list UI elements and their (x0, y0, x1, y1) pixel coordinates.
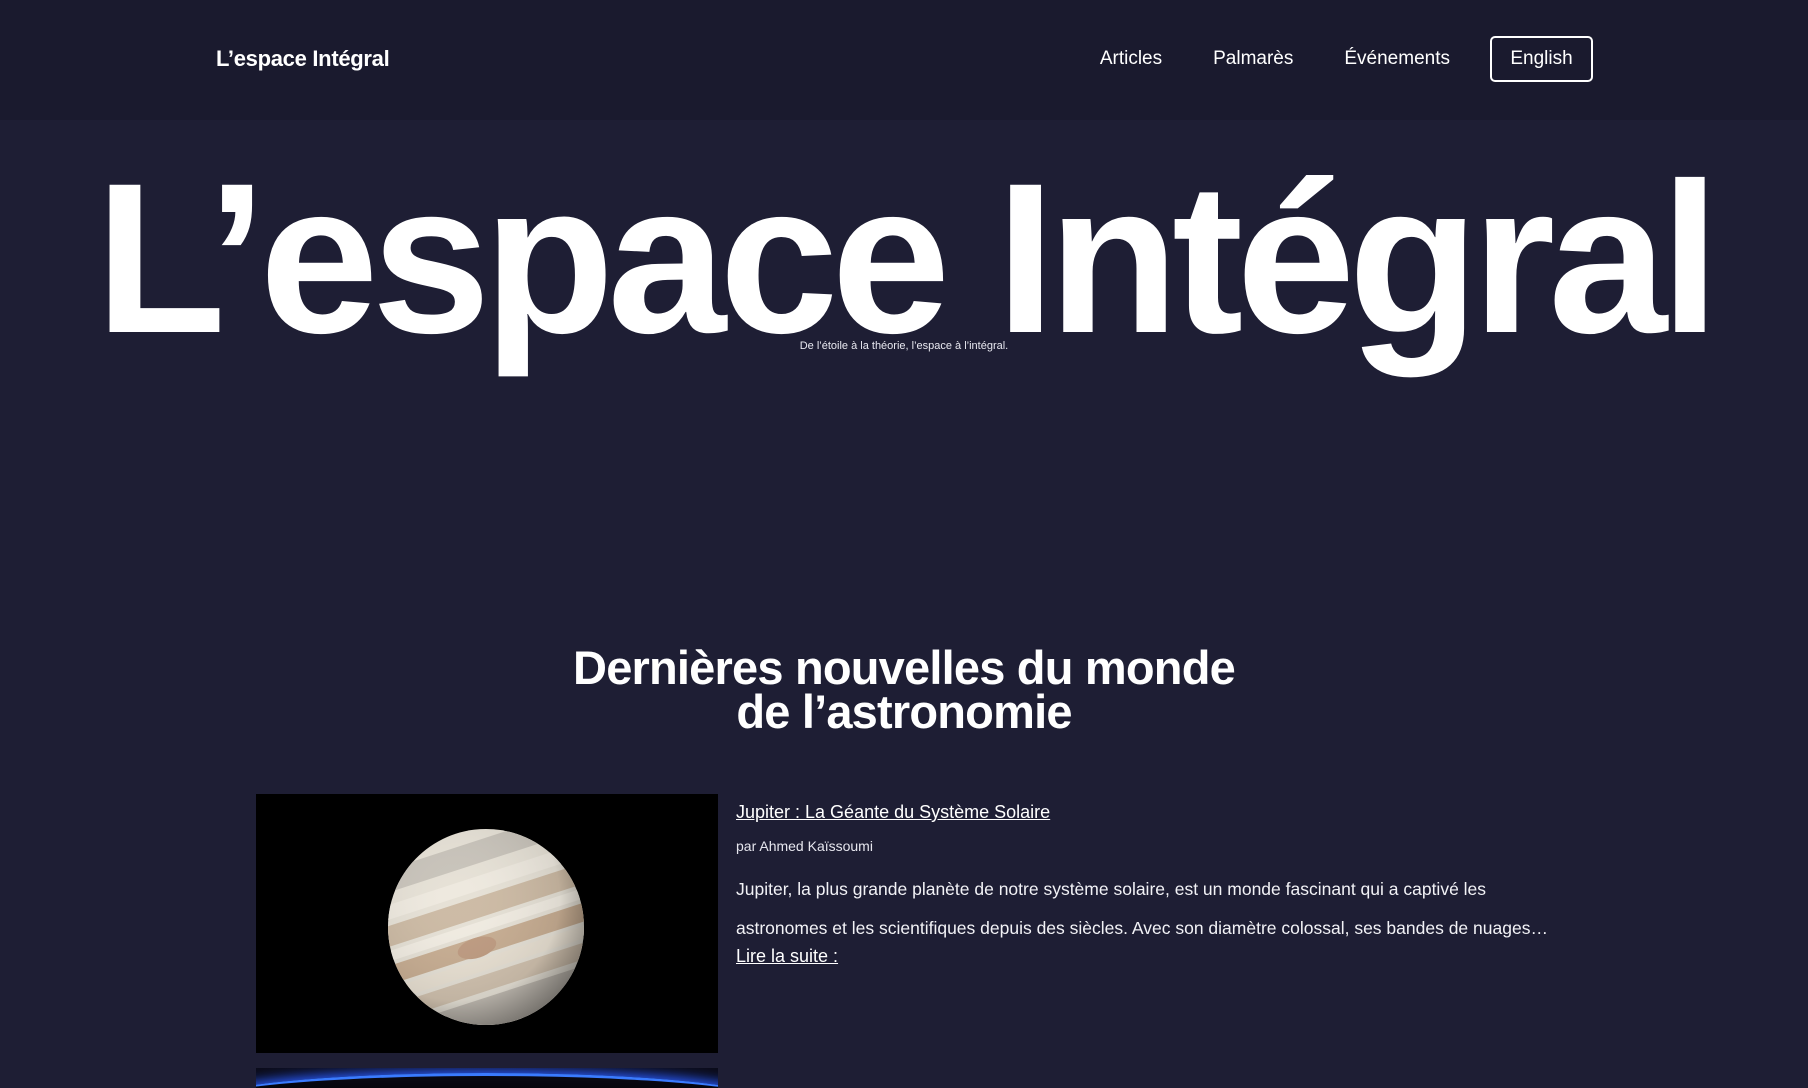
earth-horizon-glow (256, 1073, 718, 1088)
article-excerpt: Jupiter, la plus grande planète de notre… (736, 879, 1548, 938)
main-nav: Articles Palmarès Événements English (1100, 36, 1593, 82)
hero-title: L’espace Intégral (95, 139, 1720, 378)
nav-link-palmares[interactable]: Palmarès (1213, 48, 1293, 70)
read-more-link[interactable]: Lire la suite : (736, 946, 838, 967)
article-image-jupiter[interactable] (256, 794, 718, 1053)
nav-link-evenements[interactable]: Événements (1344, 48, 1450, 70)
jupiter-image (383, 824, 589, 1030)
news-section-heading: Dernières nouvelles du monde de l’astron… (0, 644, 1808, 735)
language-switch-button[interactable]: English (1490, 36, 1593, 82)
site-header: L’espace Intégral Articles Palmarès Évén… (0, 0, 1808, 120)
news-heading-line2: de l’astronomie (736, 685, 1072, 738)
nav-link-articles[interactable]: Articles (1100, 48, 1162, 70)
brand-logo[interactable]: L’espace Intégral (216, 46, 390, 72)
hero-tagline: De l’étoile à la théorie, l’espace à l’i… (799, 340, 1009, 352)
article-author: par Ahmed Kaïssoumi (736, 838, 873, 854)
article-title-link[interactable]: Jupiter : La Géante du Système Solaire (736, 802, 1576, 823)
article-card: Jupiter : La Géante du Système Solaire p… (256, 794, 1576, 1054)
article-body: Jupiter : La Géante du Système Solaire p… (736, 802, 1576, 967)
article-image-earth[interactable] (256, 1068, 718, 1088)
